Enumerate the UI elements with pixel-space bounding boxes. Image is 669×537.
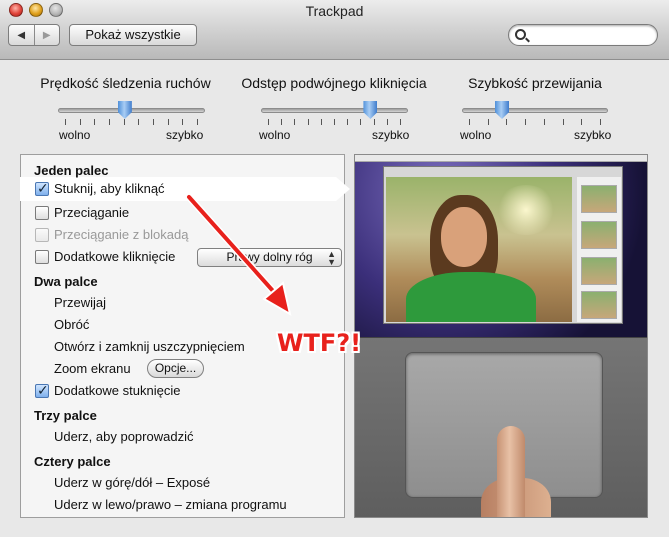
slider-tick: [80, 119, 81, 125]
scroll-speed-label: Szybkość przewijania: [468, 75, 602, 91]
slider-tick: [374, 119, 375, 125]
double-click-ticks: [268, 119, 401, 125]
slider-tick: [153, 119, 154, 125]
secondary-tap-row[interactable]: Dodatkowe stuknięcie: [35, 382, 181, 399]
secondary-click-checkbox[interactable]: [35, 249, 49, 264]
secondary-click-label: Dodatkowe kliknięcie: [54, 249, 176, 264]
tracking-speed-thumb[interactable]: [117, 101, 132, 119]
slider-tick: [360, 119, 361, 125]
double-click-label: Odstęp podwójnego kliknięcia: [241, 75, 427, 91]
slider-tick: [197, 119, 198, 125]
slider-tick: [294, 119, 295, 125]
slider-tick: [124, 119, 125, 125]
tap-to-click-label: Stuknij, aby kliknąć: [54, 181, 165, 196]
secondary-tap-label: Dodatkowe stuknięcie: [54, 383, 181, 398]
slider-tick: [281, 119, 282, 125]
slider-tick: [308, 119, 309, 125]
slider-tick: [138, 119, 139, 125]
navigation-buttons: ◀ ▶: [8, 24, 60, 46]
tracking-speed-ticks: [65, 119, 198, 125]
slider-tick: [563, 119, 564, 125]
drag-lock-checkbox: [35, 227, 49, 242]
forward-button[interactable]: ▶: [33, 25, 60, 45]
tracking-speed-max-label: szybko: [166, 128, 204, 142]
two-fingers-header: Dwa palce: [34, 274, 98, 289]
slider-tick: [347, 119, 348, 125]
preview-desktop-image: [355, 155, 647, 337]
four-finger-expose-item[interactable]: Uderz w górę/dół – Exposé: [54, 475, 210, 490]
show-all-button[interactable]: Pokaż wszystkie: [69, 24, 197, 46]
tracking-speed-min-label: wolno: [59, 128, 91, 142]
forward-arrow-icon: ▶: [42, 29, 51, 41]
slider-tick: [182, 119, 183, 125]
scroll-speed-thumb[interactable]: [495, 101, 509, 119]
title-toolbar: Trackpad ◀ ▶ Pokaż wszystkie: [0, 0, 669, 60]
one-finger-header: Jeden palec: [34, 163, 109, 178]
slider-tick: [469, 119, 470, 125]
slider-tick: [94, 119, 95, 125]
dragging-checkbox[interactable]: [35, 205, 49, 220]
gesture-preview: [354, 154, 648, 518]
preview-trackpad-image: [355, 337, 647, 517]
double-click-thumb[interactable]: [363, 101, 378, 119]
three-finger-swipe-item[interactable]: Uderz, aby poprowadzić: [54, 429, 193, 444]
preview-photo-window: [383, 166, 623, 324]
slider-tick: [168, 119, 169, 125]
window-title: Trackpad: [305, 3, 364, 19]
drag-lock-label: Przeciąganie z blokadą: [54, 227, 189, 242]
scroll-speed-max-label: szybko: [574, 128, 612, 142]
tracking-speed-label: Prędkość śledzenia ruchów: [40, 75, 211, 91]
scroll-speed-ticks: [469, 119, 601, 125]
slider-tick: [400, 119, 401, 125]
tap-to-click-row[interactable]: Stuknij, aby kliknąć: [35, 180, 165, 197]
back-arrow-icon: ◀: [17, 29, 26, 41]
secondary-click-corner-select[interactable]: Prawy dolny róg ▲ ▼: [197, 248, 342, 267]
two-finger-rotate-item[interactable]: Obróć: [54, 317, 89, 332]
four-fingers-header: Cztery palce: [34, 454, 111, 469]
slider-tick: [544, 119, 545, 125]
preview-portrait-photo: [386, 177, 572, 322]
four-finger-app-switch-item[interactable]: Uderz w lewo/prawo – zmiana programu: [54, 497, 287, 512]
search-field[interactable]: [508, 24, 658, 46]
secondary-tap-checkbox[interactable]: [35, 382, 49, 399]
slider-tick: [65, 119, 66, 125]
finger-image: [497, 426, 525, 517]
drag-lock-row: Przeciąganie z blokadą: [35, 227, 188, 242]
two-finger-scroll-item[interactable]: Przewijaj: [54, 295, 106, 310]
slider-tick: [506, 119, 507, 125]
tap-to-click-checkbox[interactable]: [35, 180, 49, 197]
pinch-item[interactable]: Otwórz i zamknij uszczypnięciem: [54, 339, 245, 354]
slider-tick: [268, 119, 269, 125]
trackpad-preferences-window: Trackpad ◀ ▶ Pokaż wszystkie Prędkość śl…: [0, 0, 669, 537]
search-input[interactable]: [529, 27, 653, 43]
slider-tick: [109, 119, 110, 125]
slider-tick: [321, 119, 322, 125]
secondary-click-row[interactable]: Dodatkowe kliknięcie: [35, 249, 175, 264]
slider-tick: [581, 119, 582, 125]
back-button[interactable]: ◀: [9, 25, 34, 45]
preview-thumbnail-column: [577, 177, 621, 322]
slider-tick: [334, 119, 335, 125]
dragging-label: Przeciąganie: [54, 205, 130, 220]
zoom-screen-item[interactable]: Zoom ekranu: [54, 361, 131, 376]
double-click-track[interactable]: [261, 108, 408, 113]
annotation-text: WTF?!: [277, 329, 362, 357]
secondary-click-corner-value: Prawy dolny róg: [226, 250, 313, 264]
slider-tick: [387, 119, 388, 125]
three-fingers-header: Trzy palce: [34, 408, 97, 423]
scroll-speed-min-label: wolno: [460, 128, 492, 142]
zoom-options-button[interactable]: Opcje...: [147, 359, 204, 378]
preview-menubar: [355, 155, 647, 162]
double-click-min-label: wolno: [259, 128, 291, 142]
scroll-speed-track[interactable]: [462, 108, 608, 113]
double-click-max-label: szybko: [372, 128, 410, 142]
updown-arrows-icon: ▲ ▼: [327, 249, 336, 267]
search-icon: [515, 29, 526, 40]
slider-tick: [600, 119, 601, 125]
dragging-row[interactable]: Przeciąganie: [35, 205, 129, 220]
slider-tick: [488, 119, 489, 125]
slider-tick: [525, 119, 526, 125]
